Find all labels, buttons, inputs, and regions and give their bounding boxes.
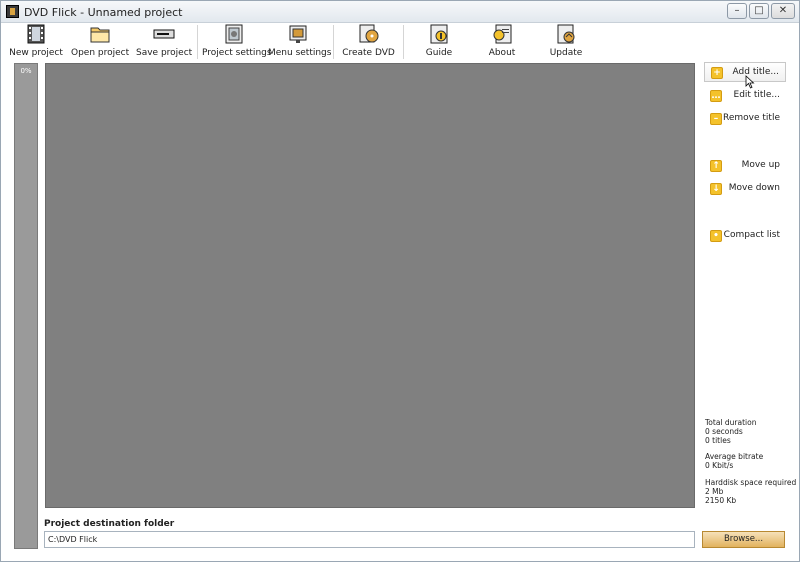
close-button[interactable]: ✕: [771, 3, 795, 19]
progress-bar: 0%: [14, 63, 38, 549]
project-settings-button[interactable]: Project settings: [202, 23, 272, 61]
minimize-button[interactable]: –: [727, 3, 747, 19]
update-icon: [557, 24, 575, 44]
update-button[interactable]: Update: [546, 23, 586, 61]
move-down-label: Move down: [728, 183, 780, 193]
titles-count: 0 titles: [705, 436, 731, 445]
new-project-label: New project: [9, 48, 63, 58]
remove-title-label: Remove title: [723, 113, 780, 123]
film-icon: [27, 24, 45, 44]
save-project-button[interactable]: Save project: [136, 23, 193, 61]
browse-button[interactable]: Browse...: [702, 531, 785, 548]
average-bitrate-label: Average bitrate: [705, 452, 764, 461]
harddisk-label: Harddisk space required: [705, 478, 797, 487]
window-title: DVD Flick - Unnamed project: [24, 6, 183, 19]
create-dvd-label: Create DVD: [342, 48, 395, 58]
compact-icon: •: [710, 230, 722, 242]
progress-label: 0%: [20, 67, 32, 75]
remove-title-button[interactable]: – Remove title: [704, 109, 786, 129]
title-list[interactable]: [45, 63, 695, 508]
create-dvd-button[interactable]: Create DVD: [341, 23, 396, 61]
app-icon: [6, 5, 19, 18]
app-window: DVD Flick - Unnamed project – □ ✕ New pr…: [0, 0, 800, 562]
open-project-button[interactable]: Open project: [71, 23, 129, 61]
guide-icon: [430, 24, 448, 44]
mouse-cursor-icon: [745, 75, 755, 89]
arrow-down-icon: ↓: [710, 183, 722, 195]
toolbar: New project Open project Save project Pr…: [1, 23, 799, 61]
bitrate-value: 0 Kbit/s: [705, 461, 734, 470]
update-label: Update: [549, 48, 583, 58]
maximize-button[interactable]: □: [749, 3, 769, 19]
destination-folder-input[interactable]: [44, 531, 695, 548]
move-down-button[interactable]: ↓ Move down: [704, 179, 786, 199]
open-project-label: Open project: [71, 48, 130, 58]
edit-title-label: Edit title...: [733, 90, 780, 100]
menu-settings-button[interactable]: Menu settings: [268, 23, 332, 61]
compact-list-button[interactable]: • Compact list: [704, 226, 786, 246]
toolbar-separator: [403, 25, 404, 59]
total-duration-label: Total duration: [705, 418, 757, 427]
edit-title-button[interactable]: … Edit title...: [704, 86, 786, 106]
menu-settings-label: Menu settings: [268, 48, 332, 58]
disc-icon: [359, 24, 378, 43]
toolbar-separator: [333, 25, 334, 59]
folder-icon: [90, 27, 110, 43]
toolbar-separator: [197, 25, 198, 59]
title-bar: DVD Flick - Unnamed project – □ ✕: [1, 1, 799, 23]
arrow-up-icon: ↑: [710, 160, 722, 172]
ellipsis-icon: …: [710, 90, 722, 102]
destination-folder-label: Project destination folder: [44, 519, 175, 529]
menu-icon: [289, 25, 306, 43]
harddisk-info: Harddisk space required 2 Mb 2150 Kb: [705, 478, 796, 505]
minus-icon: –: [710, 113, 722, 125]
project-settings-label: Project settings: [202, 48, 272, 58]
compact-list-label: Compact list: [723, 230, 780, 240]
about-label: About: [488, 48, 516, 58]
about-icon: [493, 24, 512, 44]
guide-label: Guide: [425, 48, 453, 58]
bitrate-info: Average bitrate 0 Kbit/s: [705, 452, 763, 470]
settings-icon: [225, 24, 242, 44]
save-project-label: Save project: [136, 48, 193, 58]
harddisk-kb: 2150 Kb: [705, 496, 737, 505]
guide-button[interactable]: Guide: [419, 23, 459, 61]
harddisk-mb: 2 Mb: [705, 487, 724, 496]
new-project-button[interactable]: New project: [8, 23, 64, 61]
move-up-button[interactable]: ↑ Move up: [704, 156, 786, 176]
add-title-label: Add title...: [732, 67, 779, 77]
duration-value: 0 seconds: [705, 427, 743, 436]
duration-info: Total duration 0 seconds 0 titles: [705, 418, 756, 445]
drive-icon: [153, 29, 174, 39]
move-up-label: Move up: [741, 160, 780, 170]
plus-icon: +: [711, 67, 723, 79]
about-button[interactable]: About: [482, 23, 522, 61]
